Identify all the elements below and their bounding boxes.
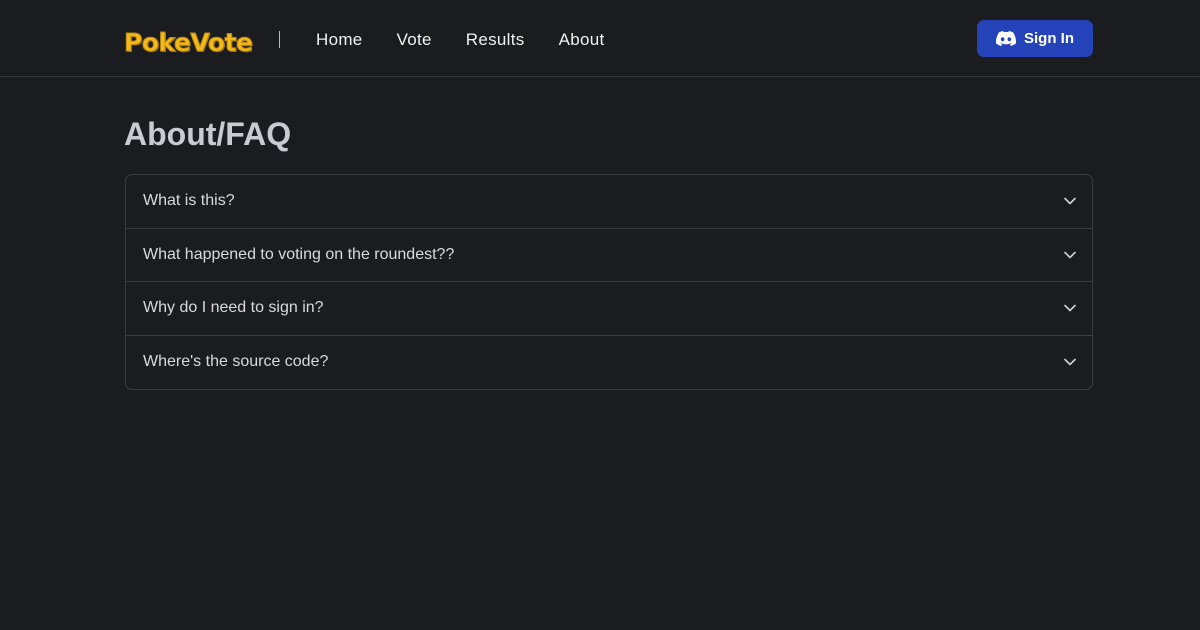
nav-vote-link[interactable]: Vote — [397, 30, 432, 50]
main-nav: Home Vote Results About — [316, 26, 639, 54]
faq-question: Where's the source code? — [143, 353, 329, 371]
chevron-down-icon — [1064, 358, 1076, 366]
faq-item-source-code[interactable]: Where's the source code? — [126, 336, 1092, 390]
faq-question: Why do I need to sign in? — [143, 299, 324, 317]
logo-text: PokeVote — [123, 27, 253, 57]
sign-in-label: Sign In — [1024, 30, 1074, 47]
faq-question: What happened to voting on the roundest?… — [143, 245, 455, 263]
chevron-down-icon — [1064, 251, 1076, 259]
nav-results-link[interactable]: Results — [466, 30, 525, 50]
page-title: About/FAQ — [124, 116, 292, 152]
sign-in-button[interactable]: Sign In — [977, 20, 1093, 57]
nav-divider — [279, 31, 280, 48]
nav-home-link[interactable]: Home — [316, 30, 363, 50]
nav-about-link[interactable]: About — [559, 30, 605, 50]
chevron-down-icon — [1064, 304, 1076, 312]
discord-icon — [996, 31, 1016, 46]
chevron-down-icon — [1064, 197, 1076, 205]
faq-item-sign-in[interactable]: Why do I need to sign in? — [126, 282, 1092, 336]
faq-item-what-is-this[interactable]: What is this? — [126, 175, 1092, 229]
faq-question: What is this? — [143, 192, 235, 210]
faq-accordion: What is this? What happened to voting on… — [125, 174, 1093, 390]
faq-item-roundest[interactable]: What happened to voting on the roundest?… — [126, 229, 1092, 282]
top-navbar: PokeVote Home Vote Results About Sign In — [0, 0, 1200, 77]
pokevote-logo[interactable]: PokeVote — [123, 24, 253, 60]
